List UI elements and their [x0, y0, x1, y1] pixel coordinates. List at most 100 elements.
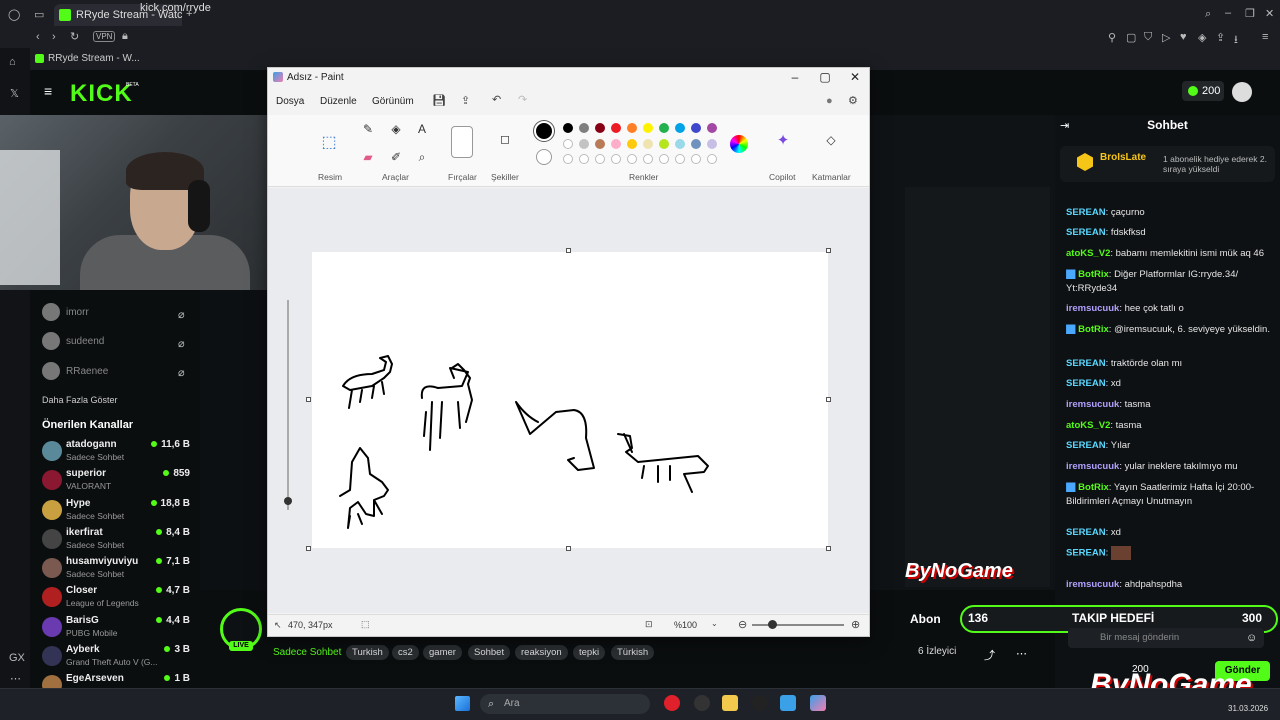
stream-category[interactable]: Sadece Sohbet — [273, 647, 341, 658]
crypto-wallet-icon[interactable]: ◈ — [1198, 31, 1206, 44]
brush-selector[interactable] — [451, 126, 473, 158]
subscribe-button[interactable]: Abon — [910, 612, 941, 626]
custom-swatch[interactable] — [595, 154, 605, 164]
more-icon[interactable]: ⋯ — [10, 672, 21, 685]
paint-maximize-icon[interactable]: ▢ — [815, 70, 835, 84]
stream-tag[interactable]: reaksiyon — [515, 645, 568, 660]
recent-user[interactable]: RRaenee — [42, 361, 108, 383]
zoom-in-icon[interactable]: ⊕ — [851, 618, 860, 631]
brush-size-slider[interactable] — [287, 300, 289, 510]
palette-swatch[interactable] — [691, 139, 701, 149]
save-icon[interactable]: 💾︎ — [432, 94, 446, 107]
resize-handle[interactable] — [826, 248, 831, 253]
snapshot-icon[interactable]: ▢ — [1126, 31, 1136, 44]
palette-swatch[interactable] — [579, 123, 589, 133]
custom-swatch[interactable] — [659, 154, 669, 164]
palette-swatch[interactable] — [563, 139, 573, 149]
show-more-link[interactable]: Daha Fazla Göster — [42, 395, 118, 405]
paint-close-icon[interactable]: ✕ — [845, 70, 865, 84]
secondary-color[interactable] — [536, 149, 552, 165]
custom-swatch[interactable] — [563, 154, 573, 164]
pencil-icon[interactable]: ✎ — [360, 122, 376, 136]
zoom-slider[interactable] — [752, 624, 844, 626]
palette-swatch[interactable] — [611, 123, 621, 133]
paint-minimize-icon[interactable]: – — [785, 70, 805, 84]
palette-swatch[interactable] — [675, 123, 685, 133]
recent-user[interactable]: imorr — [42, 302, 89, 324]
custom-swatch[interactable] — [675, 154, 685, 164]
account-icon[interactable]: ● — [826, 95, 833, 107]
maximize-icon[interactable]: ❐ — [1245, 7, 1255, 20]
zoom-knob[interactable] — [768, 620, 777, 629]
taskbar-search[interactable]: Ara — [480, 694, 650, 714]
more-options-icon[interactable]: ⋯ — [1016, 647, 1027, 660]
palette-swatch[interactable] — [659, 139, 669, 149]
paint-taskbar-icon[interactable] — [810, 695, 826, 711]
recent-user[interactable]: sudeend — [42, 331, 104, 353]
resize-handle[interactable] — [566, 546, 571, 551]
undo-icon[interactable]: ↶ — [492, 93, 501, 106]
channel-item[interactable]: ikerfirat Sadece Sohbet 8,4 B — [40, 525, 192, 553]
primary-color[interactable] — [534, 121, 554, 141]
fill-icon[interactable]: ◈ — [388, 122, 404, 136]
share-icon[interactable]: ⇪ — [1216, 31, 1225, 44]
bookmark-kick[interactable]: RRyde Stream - W... — [48, 53, 140, 64]
resize-handle[interactable] — [306, 397, 311, 402]
user-avatar[interactable] — [1232, 82, 1252, 102]
player-icon[interactable]: ▷ — [1162, 31, 1170, 44]
minimize-icon[interactable]: – — [1225, 7, 1231, 19]
custom-swatch[interactable] — [611, 154, 621, 164]
vpn-badge[interactable]: VPN — [93, 31, 116, 42]
layers-icon[interactable]: ◇ — [823, 133, 839, 147]
resize-handle[interactable] — [566, 248, 571, 253]
close-browser-icon[interactable]: ✕ — [1265, 7, 1274, 20]
shapes-icon[interactable]: ◻ — [497, 132, 513, 146]
file-explorer-icon[interactable] — [722, 695, 738, 711]
stream-tag[interactable]: Turkish — [346, 645, 389, 660]
menu-icon[interactable]: ≡ — [1262, 31, 1268, 43]
stream-tag[interactable]: Türkish — [611, 645, 655, 660]
brush-size-knob[interactable] — [284, 497, 292, 505]
custom-swatch[interactable] — [579, 154, 589, 164]
resize-handle[interactable] — [306, 546, 311, 551]
kick-logo[interactable]: KICK — [70, 80, 133, 108]
stream-tag[interactable]: Sohbet — [468, 645, 511, 660]
edit-colors-icon[interactable] — [730, 135, 748, 153]
menu-view[interactable]: Görünüm — [372, 96, 414, 107]
palette-swatch[interactable] — [707, 123, 717, 133]
palette-swatch[interactable] — [643, 123, 653, 133]
channel-item[interactable]: husamviyuviyu Sadece Sohbet 7,1 B — [40, 554, 192, 582]
search-tabs-icon[interactable]: ⌕ — [1205, 8, 1211, 21]
palette-swatch[interactable] — [643, 139, 653, 149]
palette-swatch[interactable] — [595, 139, 605, 149]
channel-item[interactable]: Hype Sadece Sohbet 18,8 B — [40, 496, 192, 524]
stream-tag[interactable]: cs2 — [392, 645, 419, 660]
reload-icon[interactable]: ↻ — [70, 30, 79, 43]
zoom-select[interactable]: %100 — [674, 620, 697, 630]
custom-swatch[interactable] — [643, 154, 653, 164]
app-taskbar-icon[interactable] — [694, 695, 710, 711]
vpn-shield-icon[interactable]: ⛉ — [1144, 31, 1152, 44]
channel-item[interactable]: superior VALORANT 859 — [40, 466, 192, 494]
magnifier-icon[interactable]: ⌕ — [414, 150, 430, 165]
forward-icon[interactable]: › — [52, 31, 56, 43]
palette-swatch[interactable] — [675, 139, 685, 149]
chevron-down-icon[interactable]: ⌄ — [711, 619, 718, 628]
stream-tag[interactable]: tepki — [573, 645, 606, 660]
channel-item[interactable]: BarisG PUBG Mobile 4,4 B — [40, 613, 192, 641]
home-icon[interactable]: ⌂ — [9, 56, 16, 68]
resize-handle[interactable] — [826, 397, 831, 402]
channel-item[interactable]: EgeArseven 1 B — [40, 671, 192, 688]
heart-icon[interactable]: ♥ — [1180, 31, 1187, 43]
gx-icon[interactable]: GX — [9, 652, 25, 664]
resize-handle[interactable] — [826, 546, 831, 551]
palette-swatch[interactable] — [579, 139, 589, 149]
custom-swatch[interactable] — [627, 154, 637, 164]
palette-swatch[interactable] — [691, 123, 701, 133]
share-file-icon[interactable]: ⇪ — [461, 94, 470, 107]
extension-icon[interactable]: ⚲ — [1108, 31, 1116, 44]
custom-swatch[interactable] — [707, 154, 717, 164]
paint-canvas[interactable] — [312, 252, 828, 548]
palette-swatch[interactable] — [627, 123, 637, 133]
start-icon[interactable] — [455, 696, 470, 711]
